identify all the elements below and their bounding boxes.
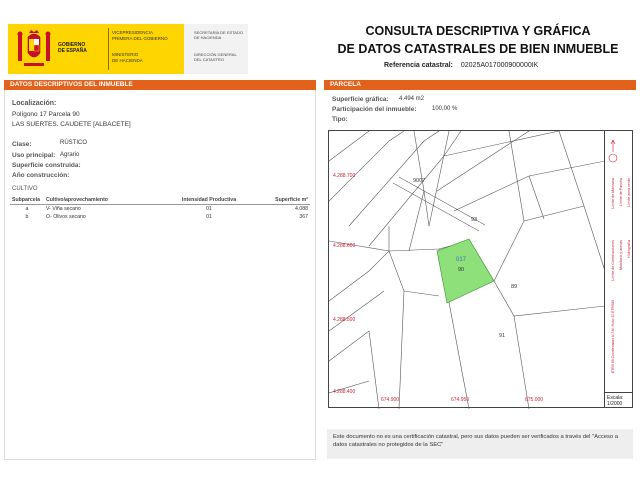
cell-cultivo: V- Viña secano — [46, 206, 81, 212]
reference-line: Referencia catastral: 02025A017000900000I… — [384, 62, 538, 69]
localizacion-label: Localización: — [12, 100, 57, 107]
parcela-section-header: PARCELA — [324, 80, 636, 90]
cell-superficie: 367 — [299, 214, 308, 220]
y-coord-label: 4.288.600 — [333, 243, 356, 249]
disclaimer-note: Este documento no es una certificación c… — [327, 429, 633, 459]
x-coord-label: 675.000 — [525, 397, 544, 403]
zone-label: 017 — [456, 257, 467, 263]
cultivo-title: CULTIVO — [12, 186, 38, 192]
tipo-label: Tipo: — [332, 116, 348, 123]
map-legend-strip: Límite de Manzana Límite de Parcela Lími… — [604, 130, 633, 392]
localizacion-line1: Polígono 17 Parcela 90 — [12, 111, 80, 118]
cell-subparcela: a — [25, 206, 29, 212]
parcel-label: 89 — [511, 284, 518, 290]
reference-value: 02025A017000900000IK — [460, 62, 539, 69]
superficie-construida-label: Superficie construida: — [12, 162, 81, 169]
legend-item: Límite de Parcela — [619, 178, 623, 206]
secretaria-label: SECRETARÍA DE ESTADO DE HACIENDA — [194, 30, 243, 40]
localizacion-line2: LAS SUERTES. CAUDETE [ALBACETE] — [12, 121, 131, 128]
y-coord-label: 4.288.700 — [333, 173, 356, 179]
header-divider — [108, 28, 109, 70]
highlighted-parcel — [436, 238, 495, 304]
col-cultivo: Cultivo/aprovechamiento — [44, 196, 164, 205]
table-row: b O- Olivos secano 01 367 — [10, 213, 310, 221]
cell-superficie: 4.088 — [295, 206, 308, 212]
map-drawing — [329, 131, 605, 409]
sup-grafica-label: Superficie gráfica: — [332, 96, 389, 103]
y-coord-label: 4.288.500 — [333, 317, 356, 323]
coat-of-arms-icon — [17, 30, 51, 66]
legend-item: Mobiliario y aceras — [619, 240, 623, 270]
descriptive-section-header: DATOS DESCRIPTIVOS DEL INMUEBLE — [4, 80, 316, 90]
legend-item: Límite zona verde — [627, 178, 631, 207]
legend-item: Límite de Manzana — [611, 178, 615, 209]
uso-value: Agrario — [60, 152, 80, 158]
cell-intensidad: 01 — [206, 206, 212, 212]
anio-construccion-label: Año construcción: — [12, 172, 70, 179]
descriptive-panel — [4, 90, 316, 460]
page-title-line2: DE DATOS CATASTRALES DE BIEN INMUEBLE — [337, 42, 619, 56]
government-header: GOBIERNO DE ESPAÑA VICEPRESIDENCIA PRIME… — [8, 24, 248, 74]
participacion-value: 100,00 % — [432, 106, 458, 112]
gov-label: GOBIERNO DE ESPAÑA — [58, 42, 87, 54]
table-row: a V- Viña secano 01 4.088 — [10, 205, 310, 214]
crs-label: ETRS 89 Coordenadas U.T.M. Huso 30 ETRS8… — [611, 300, 615, 374]
legend-item: Límite de Construcciones — [611, 240, 615, 281]
participacion-label: Participación del inmueble: — [332, 106, 417, 113]
cell-cultivo: O- Olivos secano — [46, 214, 86, 220]
col-intensidad: Intensidad Productiva — [164, 196, 254, 205]
parcel-label: 91 — [499, 333, 506, 339]
direccion-label: DIRECCIÓN GENERAL DEL CATASTRO — [194, 52, 237, 62]
x-coord-label: 674.900 — [381, 397, 400, 403]
col-superficie: Superficie m² — [254, 196, 310, 205]
cultivo-table: Subparcela Cultivo/aprovechamiento Inten… — [10, 196, 310, 221]
cultivo-table-header: Subparcela Cultivo/aprovechamiento Inten… — [10, 196, 310, 205]
cell-intensidad: 01 — [206, 214, 212, 220]
ministry-label: MINISTERIO DE HACIENDA — [112, 52, 143, 63]
vice-label: VICEPRESIDENCIA PRIMERA DEL GOBIERNO — [112, 30, 168, 41]
legend-item: Hidrografía — [627, 240, 631, 258]
clase-label: Clase: — [12, 141, 32, 148]
y-coord-label: 4.288.400 — [333, 389, 356, 395]
sup-grafica-value: 4.494 m2 — [399, 96, 425, 102]
parcel-label: 9007 — [413, 178, 426, 184]
scale-value: 1/2000 — [607, 401, 623, 407]
parcel-label: 90 — [458, 267, 465, 273]
x-coord-label: 674.950 — [451, 397, 470, 403]
cadastral-map: 4.288.700 4.288.600 4.288.500 4.288.400 … — [328, 130, 633, 409]
clase-value: RÚSTICO — [60, 140, 87, 146]
uso-label: Uso principal: — [12, 152, 56, 159]
scale-box: Escala: 1/2000 — [604, 392, 633, 408]
page-title-line1: CONSULTA DESCRIPTIVA Y GRÁFICA — [365, 24, 591, 38]
parcel-label: 93 — [471, 217, 478, 223]
cell-subparcela: b — [25, 214, 29, 220]
col-subparcela: Subparcela — [10, 196, 44, 205]
reference-label: Referencia catastral: — [384, 62, 453, 69]
